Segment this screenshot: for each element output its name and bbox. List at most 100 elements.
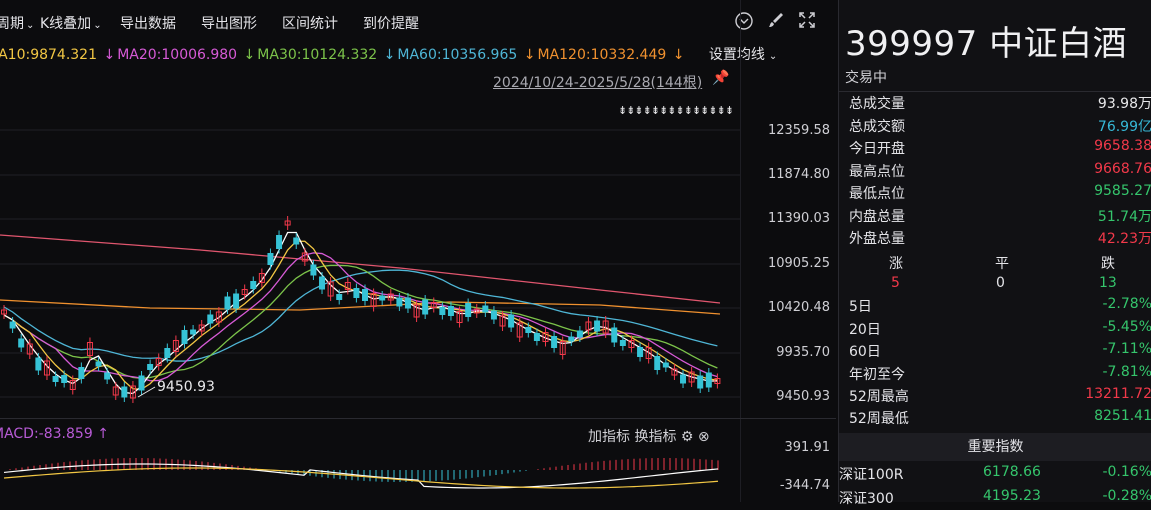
stat-row: 今日开盘 9658.38 xyxy=(849,138,1151,160)
macd-chart[interactable] xyxy=(0,440,740,502)
ma60-line xyxy=(3,269,718,362)
candle-body xyxy=(533,333,540,341)
fullscreen-icon[interactable] xyxy=(796,11,818,33)
kline-overlay-dropdown[interactable]: K线叠加 ⌄ xyxy=(40,13,102,33)
candle-body xyxy=(61,375,68,383)
ma20-line xyxy=(3,252,718,382)
candle-body xyxy=(310,264,317,276)
up-count: 5 xyxy=(891,275,900,291)
candle-body xyxy=(379,295,386,301)
stat-value: 93.98万 xyxy=(1097,96,1151,112)
period-label: 周期 xyxy=(0,16,24,32)
candle-body xyxy=(207,314,214,324)
ma-settings-dropdown[interactable]: 设置均线 ⌄ xyxy=(709,47,779,63)
candle-body xyxy=(525,327,532,333)
candle-body xyxy=(121,386,128,398)
ma30-arrow-icon: ↓ xyxy=(243,47,256,63)
candle-body xyxy=(95,361,102,367)
candlestick-chart[interactable] xyxy=(0,100,740,410)
week52-high-row: 52周最高 13211.72 xyxy=(849,386,1151,408)
candle-body xyxy=(654,356,661,370)
kline-overlay-label: K线叠加 xyxy=(40,16,92,32)
candle-body xyxy=(482,305,489,313)
price-tick: 12359.58 xyxy=(767,123,830,138)
week52-low-value: 8251.41 xyxy=(1094,408,1151,424)
breadth-header: 涨 平 跌 xyxy=(849,253,1151,275)
candle-body xyxy=(611,327,618,343)
candle-body xyxy=(250,281,257,289)
candle-body xyxy=(336,294,343,300)
export-chart-button[interactable]: 导出图形 xyxy=(201,13,257,33)
ma10-value: MA10:9874.321 xyxy=(0,47,97,63)
stock-title: 399997 中证白酒 xyxy=(845,16,1127,65)
collapse-circle-icon[interactable] xyxy=(733,11,755,33)
performance-label: 60日 xyxy=(849,344,881,360)
performance-label: 年初至今 xyxy=(849,366,905,383)
brush-icon[interactable] xyxy=(765,11,787,33)
date-range[interactable]: 2024/10/24-2025/5/28(144根) xyxy=(493,72,702,92)
performance-row: 年初至今 -7.81% xyxy=(849,364,1151,386)
candle-body xyxy=(508,314,515,328)
stat-value: 76.99亿 xyxy=(1097,118,1151,135)
price-tick: 10420.48 xyxy=(767,300,830,315)
ma60-value: MA60:10356.965 xyxy=(397,47,518,63)
candle-body xyxy=(224,296,231,310)
price-tick: 11390.03 xyxy=(767,211,830,226)
chart-toolbar: 周期 ⌄ K线叠加 ⌄ 导出数据 导出图形 区间统计 到价提醒 xyxy=(0,0,836,44)
stat-label: 内盘总量 xyxy=(849,208,905,225)
flat-label: 平 xyxy=(995,256,1009,272)
pin-icon[interactable]: 📌 xyxy=(712,70,729,86)
candle-body xyxy=(293,237,300,245)
candle-body xyxy=(362,289,368,301)
performance-value: -5.45% xyxy=(1102,318,1151,335)
ma10-line xyxy=(3,240,718,390)
breadth-values: 5 0 13 xyxy=(849,275,1151,297)
candle-body xyxy=(619,340,626,346)
candle-body xyxy=(422,299,429,315)
candle-body xyxy=(181,330,188,344)
candle-body xyxy=(18,338,25,348)
ma5-line xyxy=(3,231,718,395)
macd-axis-bottom: -344.74 xyxy=(779,478,830,493)
down-count: 13 xyxy=(1099,275,1117,291)
candle-body xyxy=(576,330,583,338)
ma60-arrow-icon: ↓ xyxy=(383,47,396,63)
performance-row: 60日 -7.11% xyxy=(849,341,1151,363)
price-tick: 10905.25 xyxy=(767,256,830,271)
index-row[interactable]: 深证100R 6178.66 -0.16% xyxy=(839,464,1151,486)
stat-label: 总成交额 xyxy=(849,118,905,135)
index-row[interactable]: 深证300 4195.23 -0.28% xyxy=(839,488,1151,510)
ma120-arrow-icon: ↓ xyxy=(523,47,536,63)
candle-body xyxy=(439,307,446,315)
period-dropdown[interactable]: 周期 ⌄ xyxy=(0,13,34,33)
range-stats-button[interactable]: 区间统计 xyxy=(282,13,338,33)
ma20-value: MA20:10006.980 xyxy=(117,47,238,63)
stat-row: 最高点位 9668.76 xyxy=(849,161,1151,183)
stock-code: 399997 xyxy=(845,24,978,64)
performance-row: 20日 -5.45% xyxy=(849,319,1151,341)
week52-high-value: 13211.72 xyxy=(1085,386,1151,402)
low-marker-label: 9450.93 xyxy=(157,379,215,395)
candle-body xyxy=(705,372,712,388)
index-name: 深证300 xyxy=(839,491,894,507)
ma-settings-label: 设置均线 xyxy=(708,47,765,63)
price-alert-button[interactable]: 到价提醒 xyxy=(363,13,419,33)
chart-panel: 周期⌄ K线叠加⌄ 导出数据 导出图形 区间统计 到价提醒 MA10:9874.… xyxy=(0,0,836,502)
candle-body xyxy=(147,364,154,370)
week52-low-row: 52周最低 8251.41 xyxy=(849,408,1151,430)
stat-row: 最低点位 9585.27 xyxy=(849,183,1151,205)
candle-body xyxy=(551,336,558,348)
divider xyxy=(839,91,1151,92)
candle-body xyxy=(138,375,145,391)
candle-body xyxy=(568,336,575,342)
performance-value: -2.78% xyxy=(1102,296,1151,312)
macd-dea-line xyxy=(3,467,719,489)
candle-body xyxy=(396,297,403,307)
ma-orange-line xyxy=(0,299,721,315)
stat-row: 内盘总量 51.74万 xyxy=(849,206,1151,228)
candle-body xyxy=(276,235,283,249)
export-data-button[interactable]: 导出数据 xyxy=(120,13,176,33)
ma30-line xyxy=(3,264,718,380)
candle-body xyxy=(35,357,42,371)
ma120-arrow-icon: ↓ xyxy=(672,47,685,63)
